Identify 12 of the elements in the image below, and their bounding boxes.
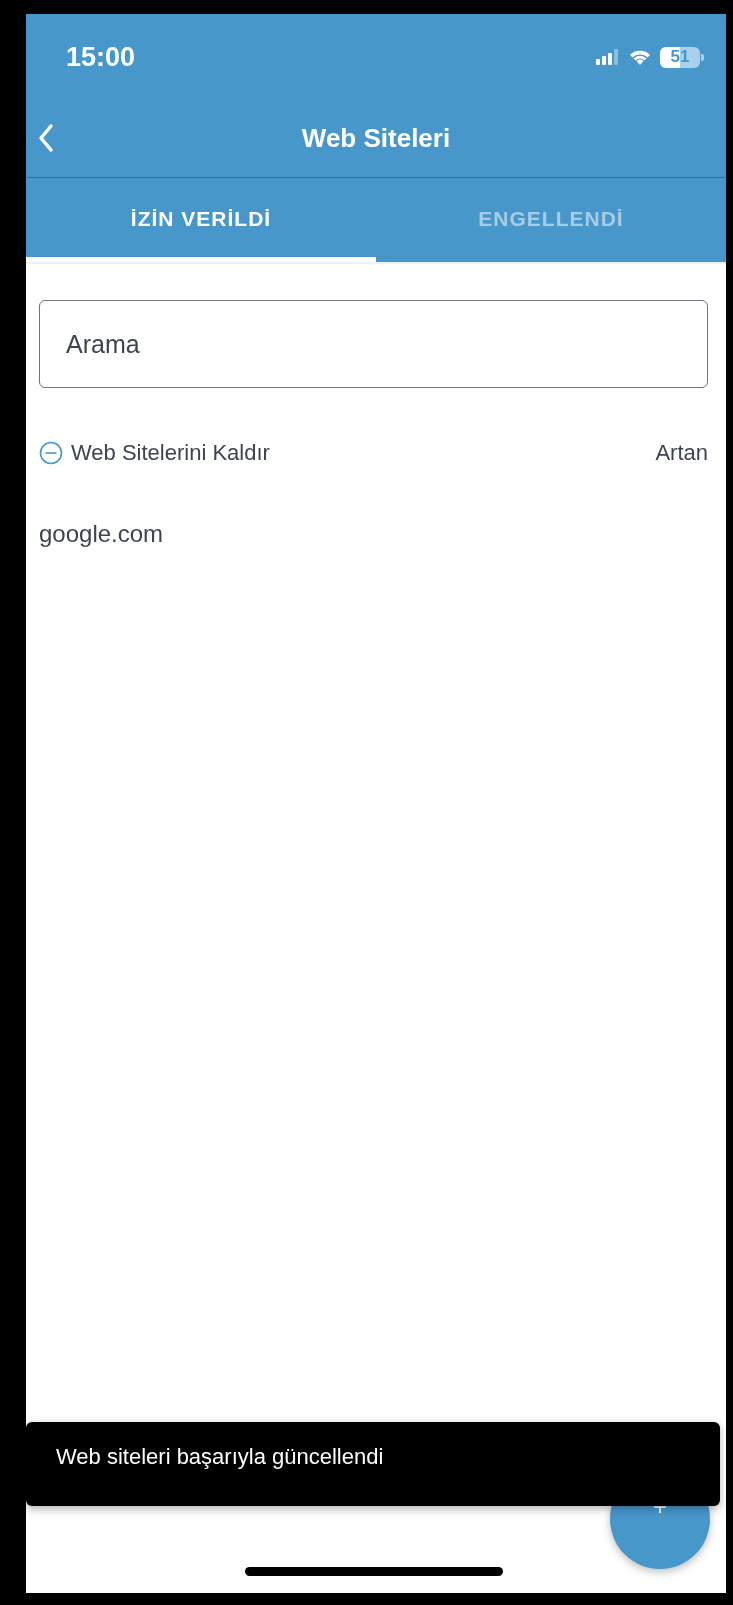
status-time: 15:00 (66, 41, 136, 73)
search-field[interactable]: Arama (39, 300, 708, 388)
back-button[interactable] (36, 121, 56, 155)
remove-websites-button[interactable]: Web Sitelerini Kaldır (39, 440, 270, 466)
page-title: Web Siteleri (301, 123, 451, 154)
back-icon (38, 123, 54, 153)
success-toast: Web siteleri başarıyla güncellendi (26, 1422, 720, 1506)
minus-circle-icon (39, 441, 63, 465)
website-item[interactable]: google.com (39, 520, 708, 548)
sort-button[interactable]: Artan (655, 440, 708, 466)
wifi-icon (628, 48, 652, 66)
signal-icon (596, 49, 620, 65)
